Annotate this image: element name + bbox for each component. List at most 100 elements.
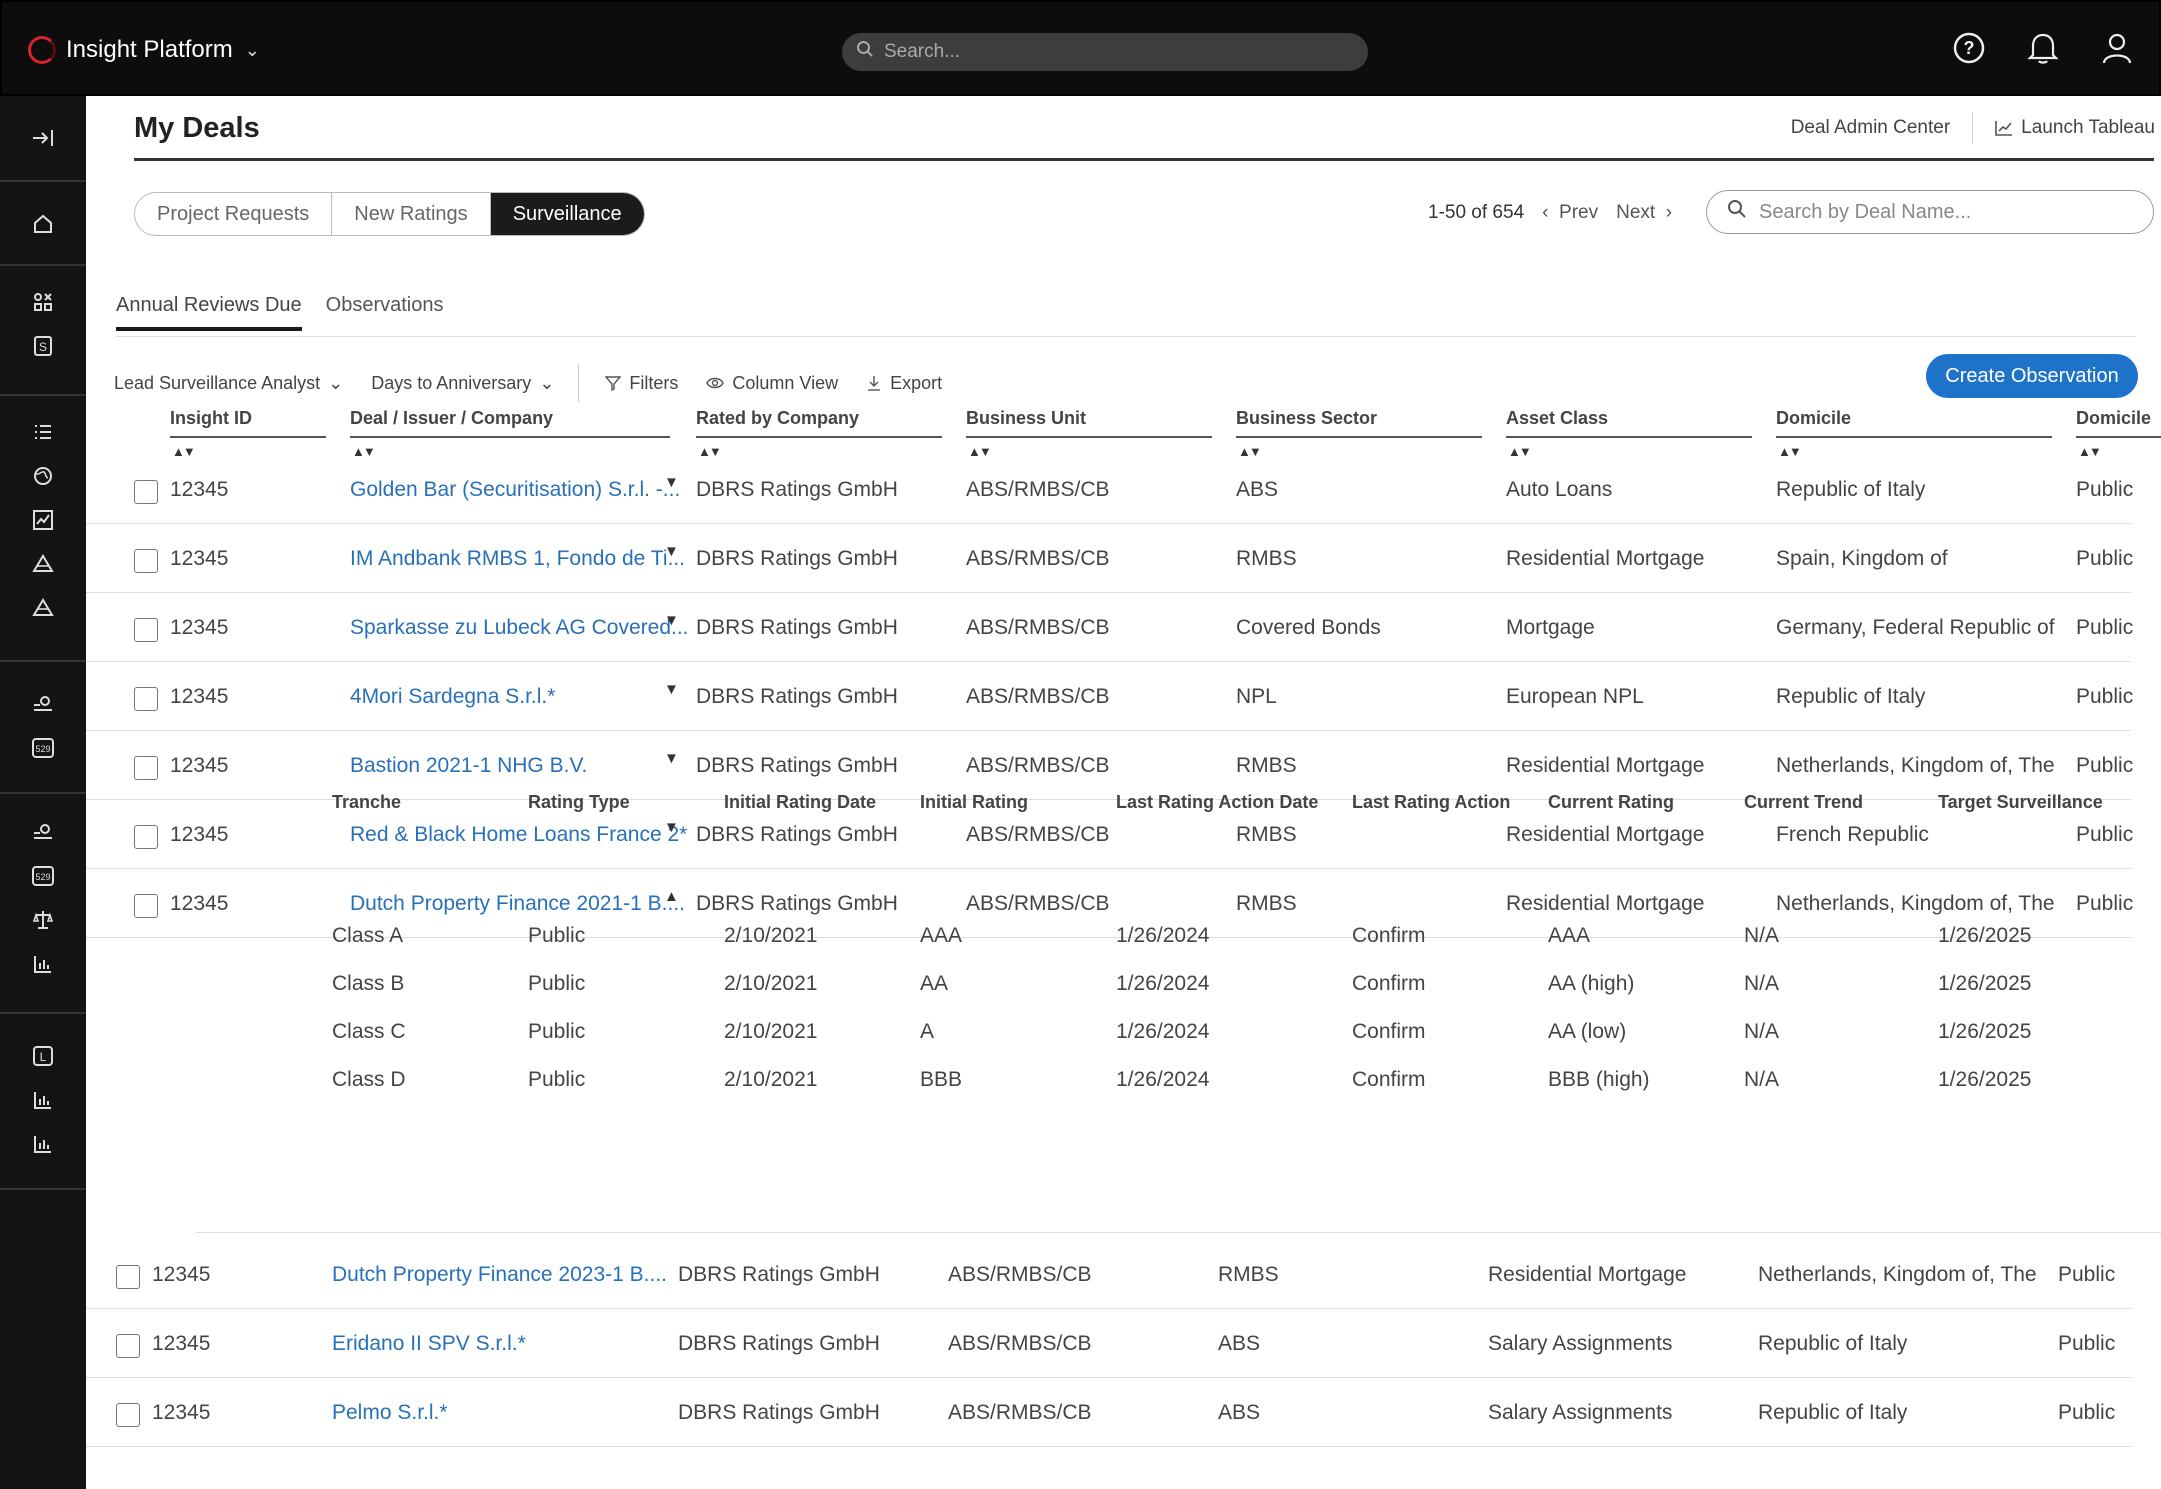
deal-name-link[interactable]: Dutch Property Finance 2021-1 B.... [350, 892, 685, 916]
insight-id-cell: 12345 [170, 547, 229, 570]
days-label: Days to Anniversary [371, 372, 532, 393]
tranche-cell: N/A [1744, 924, 1780, 947]
prev-page-button[interactable]: ‹ Prev [1542, 202, 1598, 224]
create-observation-button[interactable]: Create Observation [1926, 354, 2138, 398]
table-row[interactable]: 12345 4Mori Sardegna S.r.l.* ▼ DBRS Rati… [86, 663, 2133, 731]
rated-by-cell: DBRS Ratings GmbH [696, 754, 898, 777]
segment-project-requests[interactable]: Project Requests [135, 193, 333, 235]
table-row[interactable]: 12345 IM Andbank RMBS 1, Fondo de Ti... … [86, 525, 2133, 593]
line-chart-icon[interactable] [0, 498, 86, 542]
deal-name-link[interactable]: Bastion 2021-1 NHG B.V. [350, 754, 587, 778]
tab-observations[interactable]: Observations [326, 294, 444, 331]
deal-name-link[interactable]: 4Mori Sardegna S.r.l.* [350, 685, 555, 709]
deal-name-link[interactable]: IM Andbank RMBS 1, Fondo de Ti... [350, 547, 685, 571]
expand-row-toggle[interactable]: ▼ [664, 543, 679, 560]
visibility-cell: Public [2076, 478, 2134, 501]
table-row[interactable]: 12345 Pelmo S.r.l.* DBRS Ratings GmbH AB… [86, 1379, 2131, 1447]
bar-chart-icon[interactable] [0, 942, 86, 986]
row-checkbox[interactable] [134, 756, 158, 780]
column-header-asset-class[interactable]: Asset Class [1506, 408, 1608, 429]
rated-by-cell: DBRS Ratings GmbH [696, 892, 898, 915]
bar-chart-icon[interactable] [0, 1078, 86, 1122]
person-search-icon[interactable] [0, 682, 86, 726]
row-checkbox[interactable] [134, 549, 158, 573]
triangle-layers-icon[interactable] [0, 586, 86, 630]
triangle-alert-icon[interactable] [0, 542, 86, 586]
person-search-icon[interactable] [0, 810, 86, 854]
asset-class-cell: Mortgage [1506, 616, 1595, 639]
column-header-domicile-2[interactable]: Domicile [2076, 408, 2151, 429]
bell-icon[interactable] [2025, 30, 2061, 66]
deal-name-link[interactable]: Dutch Property Finance 2023-1 B.... [332, 1263, 667, 1287]
deal-name-link[interactable]: Eridano II SPV S.r.l.* [332, 1332, 526, 1356]
expand-row-toggle[interactable]: ▼ [664, 681, 679, 698]
expand-sidebar-icon[interactable] [0, 116, 86, 160]
deal-name-link[interactable]: Pelmo S.r.l.* [332, 1401, 448, 1425]
home-icon[interactable] [0, 202, 86, 246]
list-icon[interactable] [0, 410, 86, 454]
table-row[interactable]: 12345 Sparkasse zu Lubeck AG Covered... … [86, 594, 2133, 662]
tranche-cell: Class A [332, 924, 404, 947]
help-circle-icon[interactable]: ? [1951, 30, 1987, 66]
column-header-deal[interactable]: Deal / Issuer / Company [350, 408, 553, 429]
column-header-domicile[interactable]: Domicile [1776, 408, 1851, 429]
row-checkbox[interactable] [134, 618, 158, 642]
expand-row-toggle[interactable]: ▼ [664, 819, 679, 836]
business-unit-cell: ABS/RMBS/CB [948, 1401, 1092, 1424]
badge-529-icon[interactable]: 529 [0, 854, 86, 898]
column-header-insight-id[interactable]: Insight ID [170, 408, 252, 429]
badge-529-icon[interactable]: 529 [0, 726, 86, 770]
export-button[interactable]: Export [866, 373, 942, 394]
row-checkbox[interactable] [116, 1265, 140, 1289]
expand-row-toggle[interactable]: ▲ [664, 888, 679, 905]
deal-name-link[interactable]: Sparkasse zu Lubeck AG Covered... [350, 616, 689, 640]
scales-icon[interactable] [0, 898, 86, 942]
row-checkbox[interactable] [116, 1403, 140, 1427]
global-search-input[interactable]: Search... [842, 33, 1368, 71]
header-underline [1236, 436, 1482, 438]
deal-admin-center-link[interactable]: Deal Admin Center [1791, 117, 1950, 139]
table-row[interactable]: 12345 Bastion 2021-1 NHG B.V. ▼ DBRS Rat… [86, 732, 2133, 800]
deal-name-link[interactable]: Red & Black Home Loans France 2* [350, 823, 687, 847]
domicile-cell: Netherlands, Kingdom of, The [1758, 1263, 2037, 1286]
table-row[interactable]: 12345 Eridano II SPV S.r.l.* DBRS Rating… [86, 1310, 2131, 1378]
user-icon[interactable] [2099, 30, 2135, 66]
deal-name-link[interactable]: Golden Bar (Securitisation) S.r.l. -... [350, 478, 680, 502]
dollar-document-icon[interactable]: S [0, 324, 86, 368]
ledger-icon[interactable]: L [0, 1034, 86, 1078]
app-switcher[interactable]: Insight Platform ⌄ [28, 36, 260, 64]
expand-row-toggle[interactable]: ▼ [664, 750, 679, 767]
row-checkbox[interactable] [134, 894, 158, 918]
table-row[interactable]: 12345 Dutch Property Finance 2023-1 B...… [86, 1241, 2131, 1309]
row-checkbox[interactable] [134, 480, 158, 504]
deal-search-input[interactable]: Search by Deal Name... [1706, 190, 2154, 234]
column-header-business-sector[interactable]: Business Sector [1236, 408, 1377, 429]
segment-new-ratings[interactable]: New Ratings [332, 193, 491, 235]
tab-annual-reviews-due[interactable]: Annual Reviews Due [116, 294, 302, 331]
lead-analyst-label: Lead Surveillance Analyst [114, 372, 321, 393]
column-view-button[interactable]: Column View [706, 373, 838, 394]
business-unit-cell: ABS/RMBS/CB [948, 1263, 1092, 1286]
row-checkbox[interactable] [134, 825, 158, 849]
globe-icon[interactable] [0, 454, 86, 498]
expand-row-toggle[interactable]: ▼ [664, 612, 679, 629]
domicile-cell: Spain, Kingdom of [1776, 547, 1948, 570]
column-header-rated-by[interactable]: Rated by Company [696, 408, 859, 429]
table-row[interactable]: 12345 Golden Bar (Securitisation) S.r.l.… [86, 456, 2134, 524]
shapes-icon[interactable] [0, 280, 86, 324]
domicile-cell: Germany, Federal Republic of [1776, 616, 2055, 639]
filters-button[interactable]: Filters [605, 373, 678, 394]
lead-analyst-dropdown[interactable]: Lead Surveillance Analyst ⌄ [114, 373, 343, 394]
tranche-cell: Public [528, 1068, 586, 1091]
launch-tableau-link[interactable]: Launch Tableau [1995, 117, 2155, 139]
next-page-button[interactable]: Next › [1616, 202, 1672, 224]
expand-row-toggle[interactable]: ▼ [664, 474, 679, 491]
row-checkbox[interactable] [116, 1334, 140, 1358]
days-to-anniversary-dropdown[interactable]: Days to Anniversary ⌄ [371, 373, 554, 394]
tranche-cell: N/A [1744, 1020, 1780, 1043]
tranche-cell: Confirm [1352, 1068, 1426, 1091]
segment-surveillance[interactable]: Surveillance [490, 193, 644, 235]
row-checkbox[interactable] [134, 687, 158, 711]
column-header-business-unit[interactable]: Business Unit [966, 408, 1086, 429]
bar-chart-icon[interactable] [0, 1122, 86, 1166]
